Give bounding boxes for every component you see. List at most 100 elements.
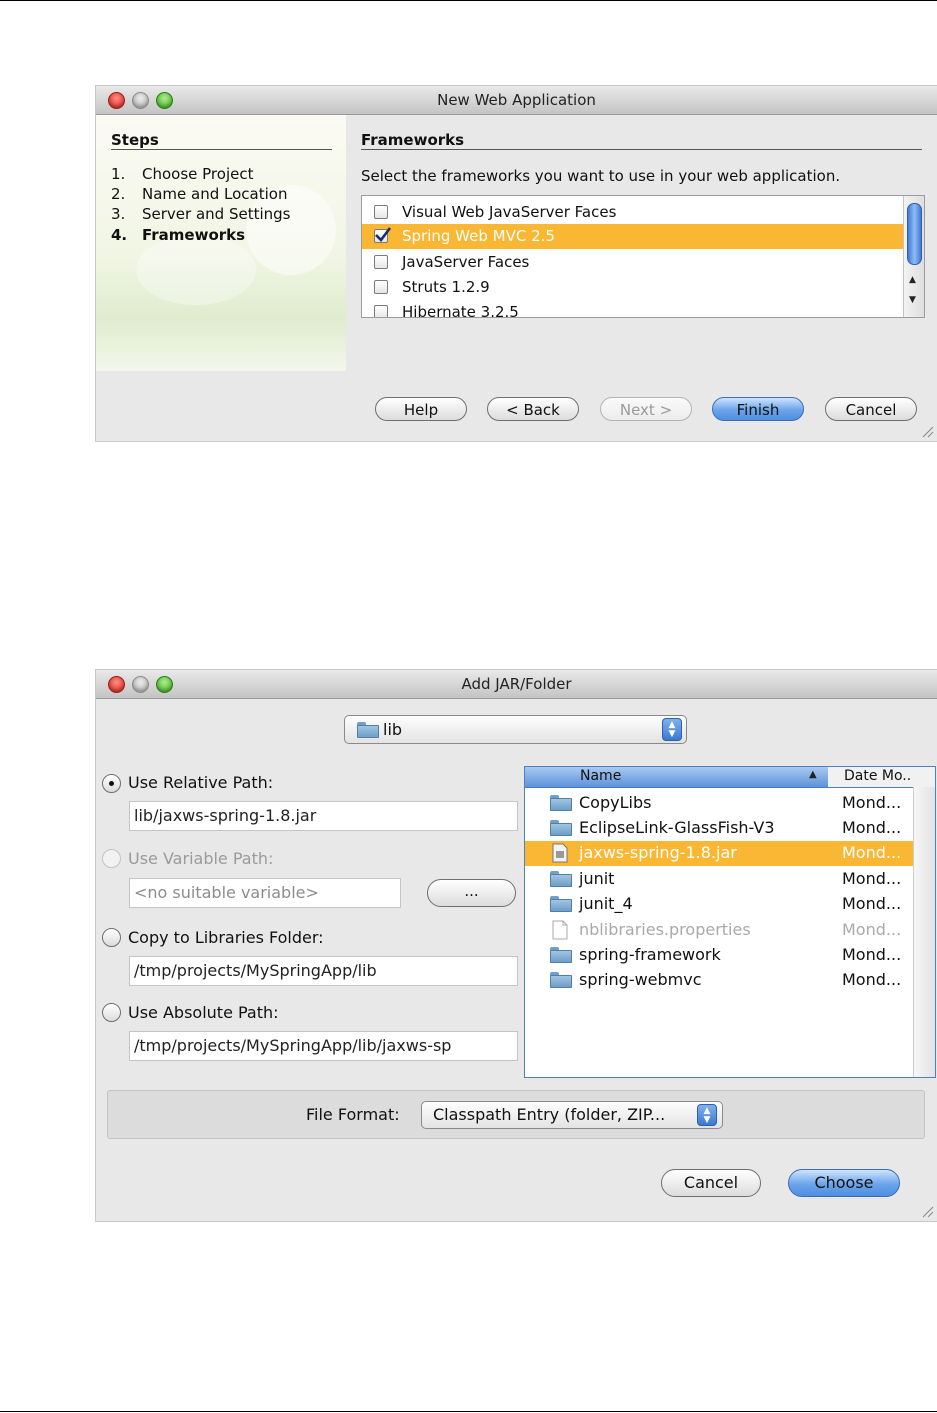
copy-to-libraries-radio[interactable] xyxy=(102,928,121,947)
framework-checkbox[interactable] xyxy=(374,255,388,269)
framework-row-visual-web-jsf[interactable]: Visual Web JavaServer Faces xyxy=(362,200,903,224)
titlebar: New Web Application xyxy=(96,86,937,115)
relative-path-field[interactable]: lib/jaxws-spring-1.8.jar xyxy=(129,801,518,831)
file-format-label: File Format: xyxy=(306,1105,400,1124)
dropdown-arrows-icon: ▲ ▼ xyxy=(697,1104,717,1126)
step-1: 1. xyxy=(111,165,126,183)
window-title: New Web Application xyxy=(437,91,596,109)
titlebar: Add JAR/Folder xyxy=(96,670,937,699)
folder-icon xyxy=(550,820,572,836)
scroll-down-arrow-icon[interactable]: ▼ xyxy=(909,295,916,305)
frameworks-heading: Frameworks xyxy=(361,131,465,149)
step-2-label: Name and Location xyxy=(142,185,288,203)
variable-path-label: Use Variable Path: xyxy=(128,849,274,868)
browse-variable-button[interactable]: ... xyxy=(427,879,516,907)
variable-path-radio[interactable] xyxy=(102,849,121,868)
framework-label: Hibernate 3.2.5 xyxy=(402,303,519,318)
file-browser[interactable]: Name ▲ Date Mo.. CopyLibs Mond... Eclips… xyxy=(524,766,936,1078)
resize-grip-icon[interactable] xyxy=(920,1204,934,1218)
step-4-label: Frameworks xyxy=(142,226,246,244)
frameworks-instruction: Select the frameworks you want to use in… xyxy=(361,167,841,185)
framework-label: Spring Web MVC 2.5 xyxy=(402,227,555,245)
step-1-label: Choose Project xyxy=(142,165,254,183)
file-date: Mond... xyxy=(842,869,902,888)
absolute-path-radio[interactable] xyxy=(102,1003,121,1022)
absolute-path-field[interactable]: /tmp/projects/MySpringApp/lib/jaxws-sp xyxy=(129,1031,518,1061)
next-button[interactable]: Next > xyxy=(600,397,692,421)
column-header-name[interactable]: Name xyxy=(580,768,621,784)
file-row-eclipselink[interactable]: EclipseLink-GlassFish-V3 Mond... xyxy=(525,816,913,841)
framework-row-spring-web-mvc[interactable]: Spring Web MVC 2.5 xyxy=(362,224,903,249)
file-date: Mond... xyxy=(842,945,902,964)
file-row-jaxws-spring-jar[interactable]: jaxws-spring-1.8.jar Mond... xyxy=(525,841,913,866)
copy-to-libraries-field[interactable]: /tmp/projects/MySpringApp/lib xyxy=(129,956,518,986)
resize-grip-icon[interactable] xyxy=(920,424,934,438)
cancel-button[interactable]: Cancel xyxy=(825,397,917,421)
back-button[interactable]: < Back xyxy=(487,397,579,421)
file-name: junit_4 xyxy=(579,894,633,913)
folder-icon xyxy=(550,947,572,963)
frameworks-list[interactable]: Visual Web JavaServer Faces Spring Web M… xyxy=(361,195,925,318)
file-name: spring-framework xyxy=(579,945,721,964)
framework-row-struts[interactable]: Struts 1.2.9 xyxy=(362,275,903,299)
file-name: CopyLibs xyxy=(579,793,652,812)
file-row-copylibs[interactable]: CopyLibs Mond... xyxy=(525,791,913,816)
file-date: Mond... xyxy=(842,793,902,812)
finish-button[interactable]: Finish xyxy=(712,397,804,421)
folder-icon xyxy=(550,871,572,887)
frameworks-scrollbar[interactable]: ▲ ▼ xyxy=(903,196,924,317)
file-name: spring-webmvc xyxy=(579,970,702,989)
folder-icon xyxy=(357,722,379,738)
scroll-up-arrow-icon[interactable]: ▲ xyxy=(909,275,916,285)
jar-file-icon xyxy=(552,843,568,863)
location-value: lib xyxy=(383,720,403,739)
help-button[interactable]: Help xyxy=(375,397,467,421)
file-row-spring-framework[interactable]: spring-framework Mond... xyxy=(525,943,913,968)
file-row-junit[interactable]: junit Mond... xyxy=(525,867,913,892)
scrollbar-thumb[interactable] xyxy=(907,203,922,265)
file-name: jaxws-spring-1.8.jar xyxy=(579,843,737,862)
checkmark-icon xyxy=(375,227,392,242)
variable-path-field[interactable]: <no suitable variable> xyxy=(129,878,401,908)
framework-row-jsf[interactable]: JavaServer Faces xyxy=(362,250,903,274)
step-2: 2. xyxy=(111,185,126,203)
framework-label: Struts 1.2.9 xyxy=(402,278,490,296)
steps-panel: Steps 1. Choose Project 2. Name and Loca… xyxy=(96,115,346,371)
framework-row-hibernate[interactable]: Hibernate 3.2.5 xyxy=(362,300,903,318)
relative-path-radio[interactable] xyxy=(102,774,121,793)
document-icon xyxy=(552,920,568,940)
file-date: Mond... xyxy=(842,818,902,837)
folder-icon xyxy=(550,795,572,811)
file-date: Mond... xyxy=(842,970,902,989)
file-name: nblibraries.properties xyxy=(579,920,751,939)
step-3-label: Server and Settings xyxy=(142,205,291,223)
sort-ascending-icon: ▲ xyxy=(809,769,817,780)
framework-label: Visual Web JavaServer Faces xyxy=(402,203,617,221)
framework-checkbox[interactable] xyxy=(374,280,388,294)
file-date: Mond... xyxy=(842,920,902,939)
framework-checkbox[interactable] xyxy=(374,305,388,317)
file-list-scrollbar-track[interactable] xyxy=(913,787,935,1077)
file-row-nblibraries-properties[interactable]: nblibraries.properties Mond... xyxy=(525,918,913,943)
page-bottom-rule xyxy=(0,1411,937,1412)
page-top-rule xyxy=(0,0,937,1)
file-row-junit-4[interactable]: junit_4 Mond... xyxy=(525,892,913,917)
framework-checkbox[interactable] xyxy=(374,205,388,219)
file-format-bar: File Format: Classpath Entry (folder, ZI… xyxy=(107,1090,925,1139)
choose-button[interactable]: Choose xyxy=(788,1169,900,1197)
dropdown-arrows-icon: ▲ ▼ xyxy=(662,718,682,741)
file-date: Mond... xyxy=(842,843,902,862)
window-title: Add JAR/Folder xyxy=(461,675,572,693)
file-name: EclipseLink-GlassFish-V3 xyxy=(579,818,775,837)
add-jar-folder-dialog: Add JAR/Folder lib ▲ ▼ Use Relative Path:… xyxy=(96,670,937,1221)
location-dropdown[interactable]: lib ▲ ▼ xyxy=(344,715,687,744)
column-header-date[interactable]: Date Mo.. xyxy=(828,767,935,787)
file-format-dropdown[interactable]: Classpath Entry (folder, ZIP... ▲ ▼ xyxy=(421,1101,723,1129)
file-date: Mond... xyxy=(842,894,902,913)
cancel-button[interactable]: Cancel xyxy=(661,1169,761,1197)
framework-label: JavaServer Faces xyxy=(402,253,530,271)
folder-icon xyxy=(550,896,572,912)
copy-to-libraries-label: Copy to Libraries Folder: xyxy=(128,928,324,947)
file-list-header: Name ▲ Date Mo.. xyxy=(525,767,935,788)
file-row-spring-webmvc[interactable]: spring-webmvc Mond... xyxy=(525,968,913,993)
